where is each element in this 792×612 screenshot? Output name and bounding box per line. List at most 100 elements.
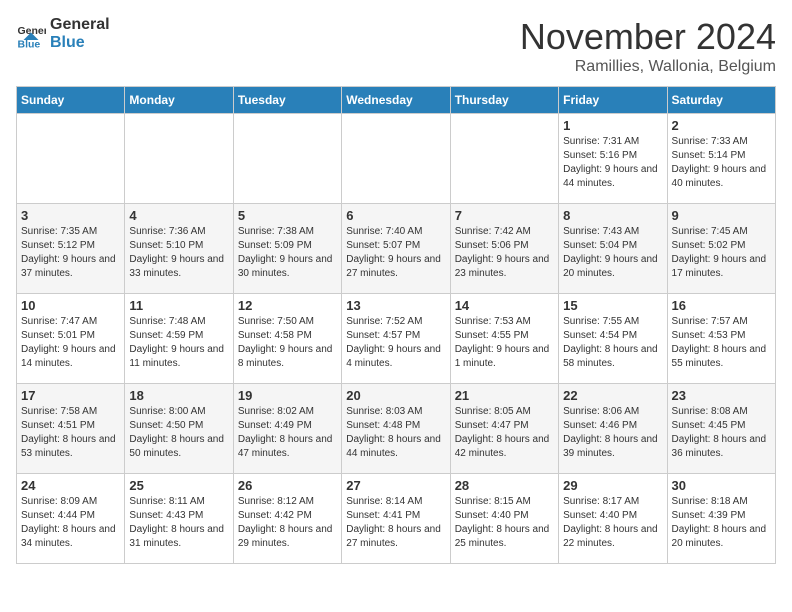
day-info: Sunrise: 7:31 AM Sunset: 5:16 PM Dayligh… — [563, 135, 662, 191]
header-area: General Blue General Blue November 2024 … — [16, 16, 776, 76]
logo: General Blue General Blue — [16, 16, 110, 51]
day-cell: 22 Sunrise: 8:06 AM Sunset: 4:46 PM Dayli… — [559, 384, 667, 474]
day-cell — [233, 114, 341, 204]
day-number: 17 — [21, 388, 120, 403]
day-info: Sunrise: 8:05 AM Sunset: 4:47 PM Dayligh… — [455, 405, 554, 461]
day-cell: 26 Sunrise: 8:12 AM Sunset: 4:42 PM Dayli… — [233, 474, 341, 564]
day-cell: 23Sunrise: 8:08 AM Sunset: 4:45 PM Dayli… — [667, 384, 775, 474]
day-info: Sunrise: 7:50 AM Sunset: 4:58 PM Dayligh… — [238, 315, 337, 371]
day-number: 24 — [21, 478, 120, 493]
logo-general: General — [50, 16, 110, 34]
day-info: Sunrise: 8:09 AM Sunset: 4:44 PM Dayligh… — [21, 495, 120, 551]
day-info: Sunrise: 8:11 AM Sunset: 4:43 PM Dayligh… — [129, 495, 228, 551]
day-info: Sunrise: 8:14 AM Sunset: 4:41 PM Dayligh… — [346, 495, 445, 551]
day-info: Sunrise: 7:58 AM Sunset: 4:51 PM Dayligh… — [21, 405, 120, 461]
day-number: 29 — [563, 478, 662, 493]
day-info: Sunrise: 8:06 AM Sunset: 4:46 PM Dayligh… — [563, 405, 662, 461]
day-number: 13 — [346, 298, 445, 313]
day-info: Sunrise: 8:08 AM Sunset: 4:45 PM Dayligh… — [672, 405, 771, 461]
day-number: 16 — [672, 298, 771, 313]
week-row-3: 17 Sunrise: 7:58 AM Sunset: 4:51 PM Dayli… — [17, 384, 776, 474]
day-cell — [17, 114, 125, 204]
day-info: Sunrise: 8:12 AM Sunset: 4:42 PM Dayligh… — [238, 495, 337, 551]
day-number: 28 — [455, 478, 554, 493]
day-cell: 18 Sunrise: 8:00 AM Sunset: 4:50 PM Dayli… — [125, 384, 233, 474]
day-cell: 12 Sunrise: 7:50 AM Sunset: 4:58 PM Dayli… — [233, 294, 341, 384]
day-info: Sunrise: 7:57 AM Sunset: 4:53 PM Dayligh… — [672, 315, 771, 371]
day-number: 26 — [238, 478, 337, 493]
day-number: 30 — [672, 478, 771, 493]
day-cell: 2 Sunrise: 7:33 AM Sunset: 5:14 PM Daylig… — [667, 114, 775, 204]
month-title: November 2024 — [520, 16, 776, 58]
day-cell — [342, 114, 450, 204]
day-number: 2 — [672, 118, 771, 133]
day-cell: 11Sunrise: 7:48 AM Sunset: 4:59 PM Dayli… — [125, 294, 233, 384]
day-number: 21 — [455, 388, 554, 403]
day-info: Sunrise: 7:47 AM Sunset: 5:01 PM Dayligh… — [21, 315, 120, 371]
week-row-0: 1 Sunrise: 7:31 AM Sunset: 5:16 PM Daylig… — [17, 114, 776, 204]
day-info: Sunrise: 7:42 AM Sunset: 5:06 PM Dayligh… — [455, 225, 554, 281]
day-cell: 3 Sunrise: 7:35 AM Sunset: 5:12 PM Daylig… — [17, 204, 125, 294]
day-info: Sunrise: 7:53 AM Sunset: 4:55 PM Dayligh… — [455, 315, 554, 371]
day-info: Sunrise: 8:00 AM Sunset: 4:50 PM Dayligh… — [129, 405, 228, 461]
weekday-header-tuesday: Tuesday — [233, 87, 341, 114]
day-info: Sunrise: 7:55 AM Sunset: 4:54 PM Dayligh… — [563, 315, 662, 371]
day-number: 9 — [672, 208, 771, 223]
day-cell: 25 Sunrise: 8:11 AM Sunset: 4:43 PM Dayli… — [125, 474, 233, 564]
day-cell: 19Sunrise: 8:02 AM Sunset: 4:49 PM Dayli… — [233, 384, 341, 474]
weekday-header-saturday: Saturday — [667, 87, 775, 114]
day-cell: 8 Sunrise: 7:43 AM Sunset: 5:04 PM Daylig… — [559, 204, 667, 294]
day-info: Sunrise: 8:15 AM Sunset: 4:40 PM Dayligh… — [455, 495, 554, 551]
day-number: 4 — [129, 208, 228, 223]
day-number: 10 — [21, 298, 120, 313]
day-number: 12 — [238, 298, 337, 313]
logo-blue: Blue — [50, 34, 110, 52]
day-info: Sunrise: 7:35 AM Sunset: 5:12 PM Dayligh… — [21, 225, 120, 281]
day-cell: 13 Sunrise: 7:52 AM Sunset: 4:57 PM Dayli… — [342, 294, 450, 384]
day-number: 20 — [346, 388, 445, 403]
weekday-header-sunday: Sunday — [17, 87, 125, 114]
location-title: Ramillies, Wallonia, Belgium — [520, 58, 776, 76]
day-number: 7 — [455, 208, 554, 223]
week-row-1: 3 Sunrise: 7:35 AM Sunset: 5:12 PM Daylig… — [17, 204, 776, 294]
day-info: Sunrise: 7:33 AM Sunset: 5:14 PM Dayligh… — [672, 135, 771, 191]
day-cell — [450, 114, 558, 204]
day-number: 1 — [563, 118, 662, 133]
day-cell: 9 Sunrise: 7:45 AM Sunset: 5:02 PM Daylig… — [667, 204, 775, 294]
day-info: Sunrise: 7:52 AM Sunset: 4:57 PM Dayligh… — [346, 315, 445, 371]
day-cell: 16 Sunrise: 7:57 AM Sunset: 4:53 PM Dayli… — [667, 294, 775, 384]
day-number: 8 — [563, 208, 662, 223]
weekday-header-row: SundayMondayTuesdayWednesdayThursdayFrid… — [17, 87, 776, 114]
day-number: 22 — [563, 388, 662, 403]
day-cell: 20 Sunrise: 8:03 AM Sunset: 4:48 PM Dayli… — [342, 384, 450, 474]
day-info: Sunrise: 8:18 AM Sunset: 4:39 PM Dayligh… — [672, 495, 771, 551]
day-number: 18 — [129, 388, 228, 403]
day-info: Sunrise: 7:45 AM Sunset: 5:02 PM Dayligh… — [672, 225, 771, 281]
day-cell: 1 Sunrise: 7:31 AM Sunset: 5:16 PM Daylig… — [559, 114, 667, 204]
day-cell: 17 Sunrise: 7:58 AM Sunset: 4:51 PM Dayli… — [17, 384, 125, 474]
day-number: 15 — [563, 298, 662, 313]
day-cell — [125, 114, 233, 204]
day-info: Sunrise: 7:38 AM Sunset: 5:09 PM Dayligh… — [238, 225, 337, 281]
day-number: 11 — [129, 298, 228, 313]
week-row-2: 10 Sunrise: 7:47 AM Sunset: 5:01 PM Dayli… — [17, 294, 776, 384]
day-cell: 10 Sunrise: 7:47 AM Sunset: 5:01 PM Dayli… — [17, 294, 125, 384]
weekday-header-wednesday: Wednesday — [342, 87, 450, 114]
week-row-4: 24 Sunrise: 8:09 AM Sunset: 4:44 PM Dayli… — [17, 474, 776, 564]
day-info: Sunrise: 7:40 AM Sunset: 5:07 PM Dayligh… — [346, 225, 445, 281]
title-area: November 2024 Ramillies, Wallonia, Belgi… — [520, 16, 776, 76]
day-info: Sunrise: 7:36 AM Sunset: 5:10 PM Dayligh… — [129, 225, 228, 281]
day-cell: 21 Sunrise: 8:05 AM Sunset: 4:47 PM Dayli… — [450, 384, 558, 474]
day-info: Sunrise: 7:43 AM Sunset: 5:04 PM Dayligh… — [563, 225, 662, 281]
day-number: 6 — [346, 208, 445, 223]
day-number: 25 — [129, 478, 228, 493]
day-cell: 14Sunrise: 7:53 AM Sunset: 4:55 PM Dayli… — [450, 294, 558, 384]
day-cell: 5Sunrise: 7:38 AM Sunset: 5:09 PM Daylig… — [233, 204, 341, 294]
day-info: Sunrise: 8:03 AM Sunset: 4:48 PM Dayligh… — [346, 405, 445, 461]
day-number: 3 — [21, 208, 120, 223]
day-cell: 30 Sunrise: 8:18 AM Sunset: 4:39 PM Dayli… — [667, 474, 775, 564]
day-info: Sunrise: 8:17 AM Sunset: 4:40 PM Dayligh… — [563, 495, 662, 551]
day-cell: 15 Sunrise: 7:55 AM Sunset: 4:54 PM Dayli… — [559, 294, 667, 384]
day-cell: 27Sunrise: 8:14 AM Sunset: 4:41 PM Dayli… — [342, 474, 450, 564]
day-number: 19 — [238, 388, 337, 403]
